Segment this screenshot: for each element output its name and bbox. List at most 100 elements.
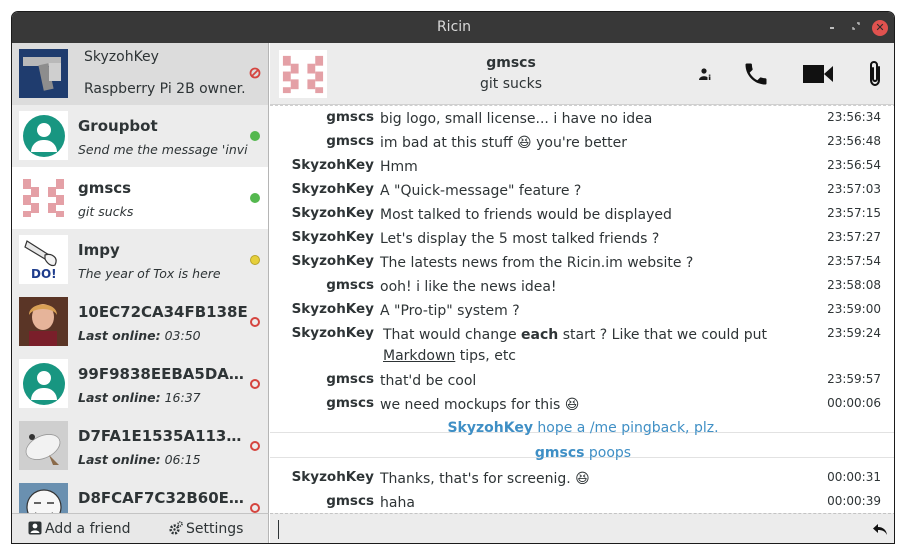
paperclip-icon [870, 60, 880, 87]
message-time: 23:56:48 [827, 134, 881, 148]
message-row: SkyzohKey Most talked to friends would b… [270, 202, 894, 226]
contact-name: D7FA1E1535A113B5 [78, 427, 248, 445]
contact-name: 10EC72CA34FB138E [78, 303, 248, 321]
message-author: SkyzohKey [291, 229, 374, 245]
settings-button[interactable]: Settings [169, 521, 243, 539]
titlebar[interactable]: Ricin ✕ [12, 12, 894, 43]
message-author: SkyzohKey [291, 205, 374, 221]
message-text: A "Quick-message" feature ? [380, 183, 582, 199]
profile-status[interactable]: Raspberry Pi 2B owner. [84, 81, 246, 97]
busy-status-icon[interactable] [249, 67, 261, 83]
message-time: 23:57:15 [827, 206, 881, 220]
action-actor: gmscs [534, 445, 585, 461]
message-time: 23:56:54 [827, 158, 881, 172]
message-row: gmscs big logo, small license... i have … [270, 106, 894, 130]
contact-item[interactable]: D7FA1E1535A113B5 Last online: 06:15 [12, 415, 268, 477]
contact-status-message: The year of Tox is here [78, 266, 221, 281]
maximize-button[interactable] [844, 12, 868, 43]
message-time: 23:59:57 [827, 372, 881, 386]
online-status-icon [250, 193, 260, 203]
last-online-label: Last online: [78, 328, 161, 343]
message-row: gmscs haha 00:00:39 [270, 490, 894, 513]
minimize-icon [830, 27, 834, 29]
offline-status-icon [250, 317, 260, 327]
message-author: SkyzohKey [291, 301, 374, 317]
message-row: gmscs ooh! i like the news idea! 23:58:0… [270, 274, 894, 298]
app-window: Ricin ✕ SkyzohKey Raspberry Pi 2B owner. [11, 11, 895, 544]
message-text-part: start ? Like that we could put [558, 327, 768, 343]
message-text: we need mockups for this 😆 [380, 397, 580, 413]
offline-status-icon [250, 379, 260, 389]
contact-item[interactable]: 10EC72CA34FB138E Last online: 03:50 [12, 291, 268, 353]
minimize-button[interactable] [820, 12, 844, 43]
contact-last-online: Last online: 16:37 [78, 390, 248, 405]
sidebar-footer: Add a friend Settings [12, 513, 269, 543]
add-friend-button[interactable]: Add a friend [28, 521, 131, 539]
message-time: 23:58:08 [827, 278, 881, 292]
contact-status-message: git sucks [78, 204, 134, 219]
message-row: gmscs im bad at this stuff 😆 you're bett… [270, 130, 894, 154]
contact-avatar: DO! [19, 235, 68, 284]
message-row: SkyzohKey A "Quick-message" feature ? 23… [270, 178, 894, 202]
action-text: hope a /me pingback, plz. [537, 420, 719, 436]
message-text: The latests news from the Ricin.im websi… [380, 255, 694, 271]
attach-file-button[interactable] [860, 43, 890, 105]
message-time: 23:57:27 [827, 230, 881, 244]
settings-label: Settings [186, 521, 244, 537]
contact-avatar [19, 483, 68, 513]
contact-info-button[interactable] [694, 43, 716, 105]
last-online-label: Last online: [78, 390, 161, 405]
user-icon [22, 114, 65, 157]
message-text: Let's display the 5 most talked friends … [380, 231, 660, 247]
add-contact-icon [28, 521, 42, 539]
away-status-icon [250, 255, 260, 265]
message-text: that'd be cool [380, 373, 477, 389]
message-list[interactable]: gmscs big logo, small license... i have … [270, 105, 894, 513]
message-author: SkyzohKey [291, 469, 374, 485]
contact-item[interactable]: 99F9838EEBA5DA4B Last online: 16:37 [12, 353, 268, 415]
profile-box[interactable]: SkyzohKey Raspberry Pi 2B owner. [12, 43, 268, 105]
close-button[interactable]: ✕ [868, 12, 892, 43]
contact-item[interactable]: Groupbot Send me the message 'invite' [12, 105, 268, 167]
action-actor: SkyzohKey [447, 420, 533, 436]
message-row: SkyzohKey That would change each start ?… [270, 322, 894, 368]
user-icon [22, 362, 65, 405]
last-online-time: 06:15 [164, 452, 201, 467]
message-row: gmscs we need mockups for this 😆 00:00:0… [270, 392, 894, 416]
add-friend-label: Add a friend [45, 521, 131, 537]
message-time: 23:59:00 [827, 302, 881, 316]
message-text: Hmm [380, 159, 418, 175]
video-call-button[interactable] [798, 43, 838, 105]
message-text: Thanks, that's for screenig. 😆 [380, 471, 590, 487]
contact-item[interactable]: DO! Impy The year of Tox is here [12, 229, 268, 291]
contact-item[interactable]: D8FCAF7C32B60EB1 [12, 477, 268, 513]
message-time: 23:59:24 [827, 326, 881, 340]
chat-contact-status: git sucks [480, 76, 542, 92]
chat-contact-name: gmscs [486, 55, 536, 71]
message-author: SkyzohKey [291, 253, 374, 269]
action-message: SkyzohKey hope a /me pingback, plz. [270, 420, 894, 436]
contact-avatar [19, 297, 68, 346]
profile-name[interactable]: SkyzohKey [84, 49, 159, 65]
last-online-time: 16:37 [164, 390, 201, 405]
message-row: SkyzohKey Hmm 23:56:54 [270, 154, 894, 178]
message-text: That would change each start ? Like that… [380, 325, 820, 367]
video-camera-icon [803, 65, 833, 83]
close-icon: ✕ [872, 20, 888, 36]
contact-info-icon [699, 68, 712, 80]
phone-icon [745, 63, 767, 85]
message-author: gmscs [326, 109, 374, 125]
markdown-link[interactable]: Markdown [383, 348, 455, 364]
contact-item-selected[interactable]: gmscs git sucks [12, 167, 268, 229]
contact-last-online: Last online: 06:15 [78, 452, 248, 467]
contact-name: D8FCAF7C32B60EB1 [78, 489, 248, 507]
send-button[interactable] [872, 521, 888, 541]
profile-avatar[interactable] [19, 49, 68, 98]
maximize-icon [852, 22, 860, 30]
audio-call-button[interactable] [738, 43, 774, 105]
message-input[interactable] [270, 513, 894, 543]
window-title: Ricin [436, 19, 472, 35]
action-text: poops [588, 445, 632, 461]
message-author: gmscs [326, 493, 374, 509]
sidebar: SkyzohKey Raspberry Pi 2B owner. Groupbo… [12, 43, 269, 513]
